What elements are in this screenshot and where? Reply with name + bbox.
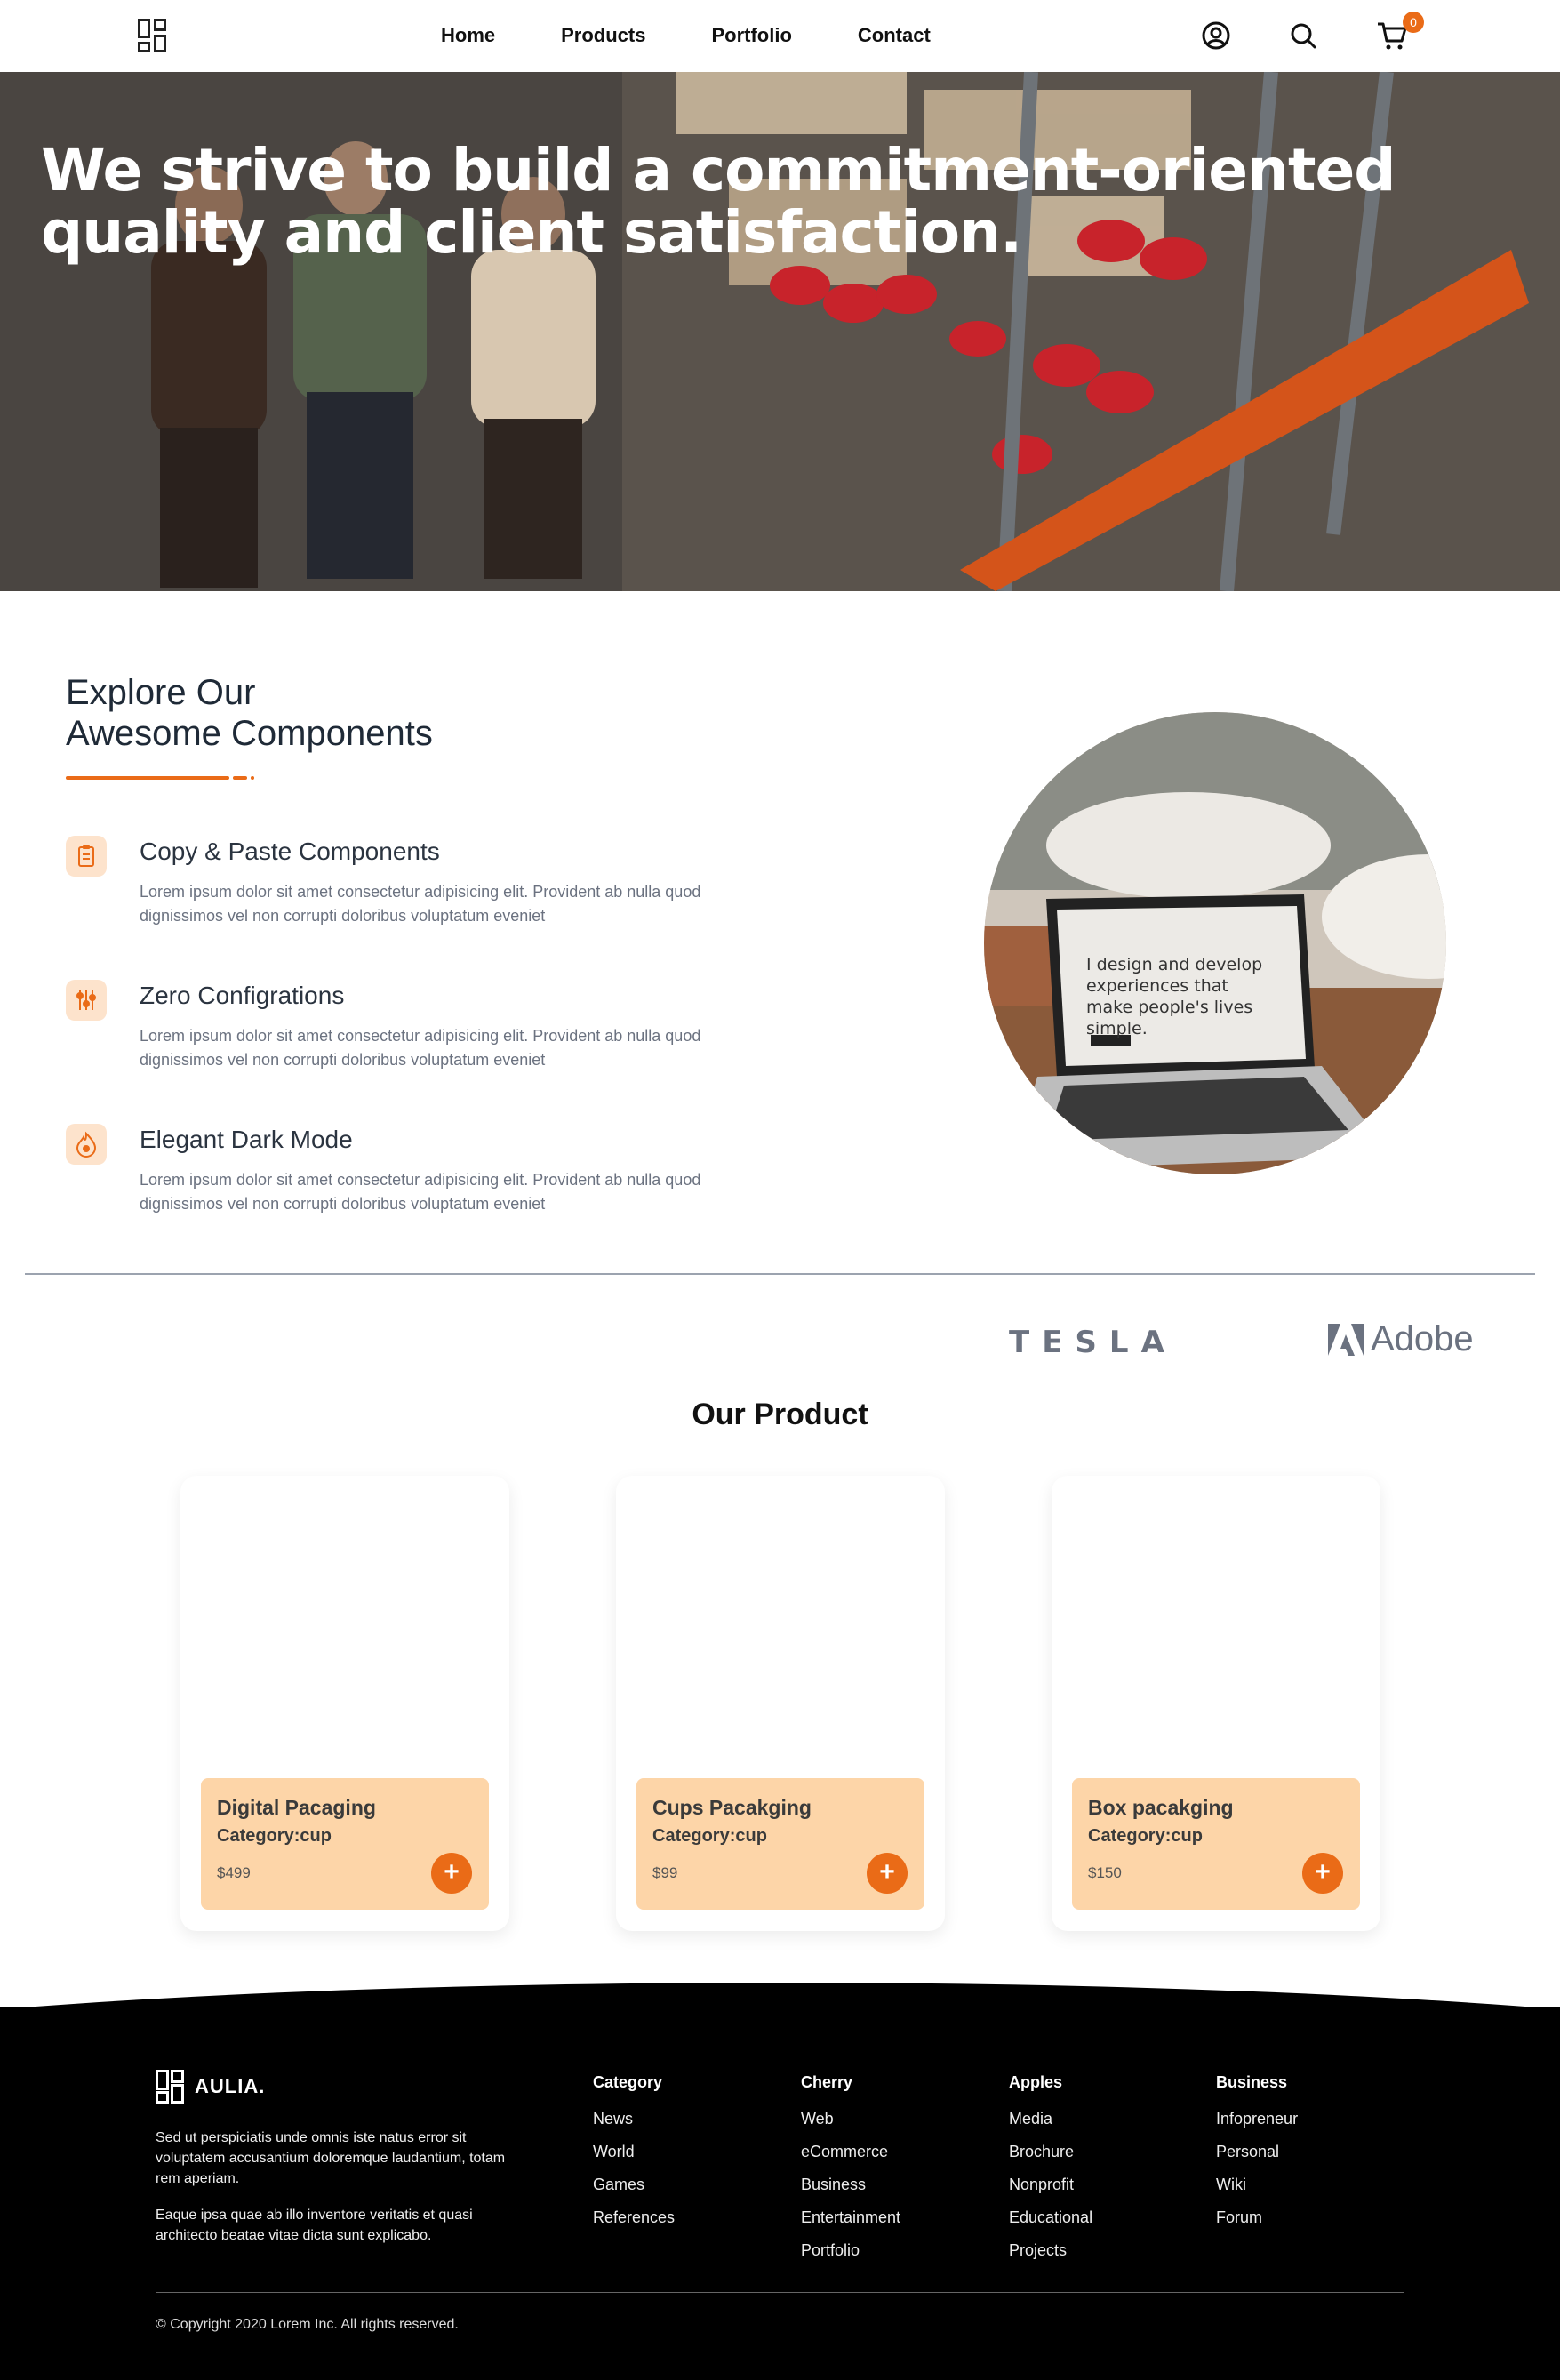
nav-link-products[interactable]: Products — [561, 24, 645, 47]
logo-icon — [156, 2070, 184, 2104]
footer-link[interactable]: Media — [1009, 2103, 1092, 2136]
product-price: $499 — [217, 1864, 251, 1881]
footer-logo[interactable]: AULIA. — [156, 2070, 265, 2104]
add-to-cart-button[interactable]: + — [431, 1853, 472, 1894]
footer-wave — [0, 1983, 1560, 2009]
search-icon[interactable] — [1287, 20, 1319, 52]
product-card[interactable]: Digital Pacaging Category:cup $499 + — [180, 1476, 509, 1931]
add-to-cart-button[interactable]: + — [867, 1853, 908, 1894]
product-name: Cups Pacakging — [652, 1796, 812, 1819]
product-info: Box pacakging Category:cup $150 + — [1072, 1778, 1360, 1910]
nav-link-home[interactable]: Home — [441, 24, 495, 47]
tesla-logo: TESLA — [1009, 1325, 1177, 1360]
logo-icon[interactable] — [138, 19, 166, 52]
footer-link[interactable]: Brochure — [1009, 2136, 1092, 2168]
section-title-line2: Awesome Components — [66, 714, 433, 753]
feature-description: Lorem ipsum dolor sit amet consectetur a… — [140, 1171, 701, 1213]
footer: AULIA. Sed ut perspiciatis unde omnis is… — [0, 2007, 1560, 2380]
footer-column: Cherry Web eCommerce Business Entertainm… — [801, 2073, 900, 2267]
copyright-text: © Copyright 2020 Lorem Inc. All rights r… — [156, 2317, 459, 2332]
laptop-screen-text: I design and develop experiences that ma… — [1086, 955, 1263, 1038]
footer-brand-name: AULIA. — [195, 2075, 266, 2097]
footer-column-title: Cherry — [801, 2073, 853, 2091]
footer-column: Apples Media Brochure Nonprofit Educatio… — [1009, 2073, 1092, 2267]
section-title: Explore Our Awesome Components — [66, 672, 433, 754]
clipboard-icon — [66, 836, 107, 877]
footer-column: Category News World Games References — [593, 2073, 675, 2234]
product-name: Box pacakging — [1088, 1796, 1234, 1819]
adobe-wordmark: Adobe — [1371, 1319, 1474, 1358]
footer-link[interactable]: Wiki — [1216, 2168, 1298, 2201]
adobe-icon — [1328, 1323, 1364, 1356]
footer-link[interactable]: eCommerce — [801, 2136, 900, 2168]
add-to-cart-button[interactable]: + — [1302, 1853, 1343, 1894]
footer-divider — [156, 2292, 1404, 2293]
feature-description: Lorem ipsum dolor sit amet consectetur a… — [140, 1027, 701, 1069]
product-price: $150 — [1088, 1864, 1122, 1881]
footer-column-title: Business — [1216, 2073, 1288, 2091]
nav-link-contact[interactable]: Contact — [858, 24, 931, 47]
footer-description: Eaque ipsa quae ab illo inventore verita… — [156, 2208, 473, 2243]
product-price: $99 — [652, 1864, 678, 1881]
footer-link[interactable]: Educational — [1009, 2201, 1092, 2234]
title-underline-dash — [233, 776, 247, 780]
product-category: Category:cup — [652, 1826, 767, 1846]
hero-title: We strive to build a commitment-oriented… — [41, 136, 1396, 267]
user-circle-icon[interactable] — [1200, 20, 1232, 52]
products-heading: Our Product — [692, 1398, 868, 1431]
footer-link[interactable]: Nonprofit — [1009, 2168, 1092, 2201]
footer-link[interactable]: World — [593, 2136, 675, 2168]
footer-link[interactable]: Entertainment — [801, 2201, 900, 2234]
section-divider — [25, 1273, 1535, 1275]
feature-title: Zero Configrations — [140, 982, 345, 1009]
footer-link[interactable]: Infopreneur — [1216, 2103, 1298, 2136]
product-info: Digital Pacaging Category:cup $499 + — [201, 1778, 489, 1910]
footer-column: Business Infopreneur Personal Wiki Forum — [1216, 2073, 1298, 2234]
footer-link[interactable]: Business — [801, 2168, 900, 2201]
footer-link[interactable]: References — [593, 2201, 675, 2234]
laptop-photo: I design and develop experiences that ma… — [984, 712, 1446, 1174]
footer-link[interactable]: Forum — [1216, 2201, 1298, 2234]
product-category: Category:cup — [1088, 1826, 1203, 1846]
hero-banner: We strive to build a commitment-oriented… — [0, 72, 1560, 591]
section-title-line1: Explore Our — [66, 673, 256, 712]
product-name: Digital Pacaging — [217, 1796, 376, 1819]
feature-title: Copy & Paste Components — [140, 837, 440, 865]
footer-column-title: Category — [593, 2073, 663, 2091]
product-card[interactable]: Box pacakging Category:cup $150 + — [1052, 1476, 1380, 1931]
top-navbar: Home Products Portfolio Contact 0 — [0, 0, 1560, 72]
footer-link[interactable]: Portfolio — [801, 2234, 900, 2267]
footer-link[interactable]: Personal — [1216, 2136, 1298, 2168]
flame-icon — [66, 1124, 107, 1165]
adobe-logo: Adobe — [1328, 1319, 1474, 1359]
feature-title: Elegant Dark Mode — [140, 1126, 353, 1153]
product-info: Cups Pacakging Category:cup $99 + — [636, 1778, 924, 1910]
feature-description: Lorem ipsum dolor sit amet consectetur a… — [140, 883, 701, 925]
footer-column-title: Apples — [1009, 2073, 1063, 2091]
footer-link[interactable]: News — [593, 2103, 675, 2136]
title-underline — [66, 776, 229, 780]
footer-link[interactable]: Web — [801, 2103, 900, 2136]
product-card[interactable]: Cups Pacakging Category:cup $99 + — [616, 1476, 945, 1931]
sliders-icon — [66, 980, 107, 1021]
cart-count-badge: 0 — [1403, 12, 1424, 33]
product-category: Category:cup — [217, 1826, 332, 1846]
title-underline-dot — [251, 776, 254, 780]
main-menu: Home Products Portfolio Contact — [441, 24, 996, 47]
footer-link[interactable]: Projects — [1009, 2234, 1092, 2267]
nav-link-portfolio[interactable]: Portfolio — [711, 24, 791, 47]
footer-description: Sed ut perspiciatis unde omnis iste natu… — [156, 2130, 506, 2186]
footer-link[interactable]: Games — [593, 2168, 675, 2201]
